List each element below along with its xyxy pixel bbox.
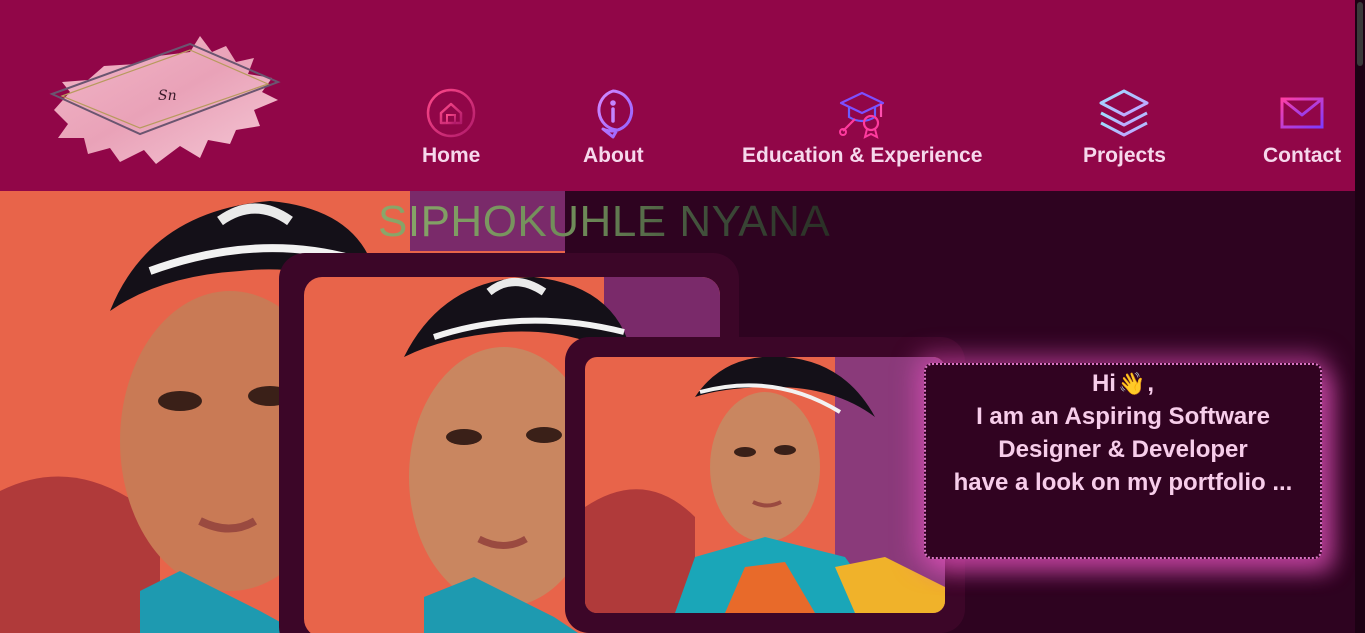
nav-home-label: Home xyxy=(422,144,481,167)
greeting-line-3: have a look on my portfolio ... xyxy=(953,469,1293,496)
nav-contact-label: Contact xyxy=(1263,144,1342,167)
mail-icon xyxy=(1275,86,1329,140)
greeting-hi: Hi xyxy=(1091,370,1116,397)
scrollbar-thumb[interactable] xyxy=(1357,2,1363,66)
waving-hand-icon: 👋 xyxy=(1117,371,1146,396)
nav-projects-label: Projects xyxy=(1083,144,1166,167)
nav-education-experience[interactable]: Education & Experience xyxy=(742,86,982,168)
graduation-cap-icon xyxy=(835,86,889,140)
nav-about-label: About xyxy=(583,144,644,167)
logo-initials: Sn xyxy=(158,88,177,104)
greeting-card: Hi 👋 , I am an Aspiring Software Designe… xyxy=(924,363,1322,559)
home-icon xyxy=(424,86,478,140)
greeting-line-1: I am an Aspiring Software xyxy=(976,403,1270,430)
nav-contact[interactable]: Contact xyxy=(1263,86,1341,168)
portrait-image-small xyxy=(585,357,945,613)
info-icon xyxy=(586,86,640,140)
nav-education-label: Education & Experience xyxy=(742,144,983,167)
nav-projects[interactable]: Projects xyxy=(1083,86,1166,168)
greeting-hi-line: Hi 👋 , xyxy=(926,367,1320,400)
hero-section: SIPHOKUHLE NYANA Hi 👋 , I am an Aspiring… xyxy=(0,191,1355,633)
greeting-line-2: Designer & Developer xyxy=(998,436,1248,463)
logo[interactable]: Sn xyxy=(40,22,290,182)
nav-home[interactable]: Home xyxy=(422,86,480,168)
vertical-scrollbar[interactable] xyxy=(1355,0,1365,633)
site-header: Sn Home About Education & Experience Pro… xyxy=(0,0,1355,191)
page-title: SIPHOKUHLE NYANA xyxy=(378,197,831,246)
layers-icon xyxy=(1097,86,1151,140)
nav-about[interactable]: About xyxy=(583,86,644,168)
greeting-comma: , xyxy=(1147,370,1155,397)
